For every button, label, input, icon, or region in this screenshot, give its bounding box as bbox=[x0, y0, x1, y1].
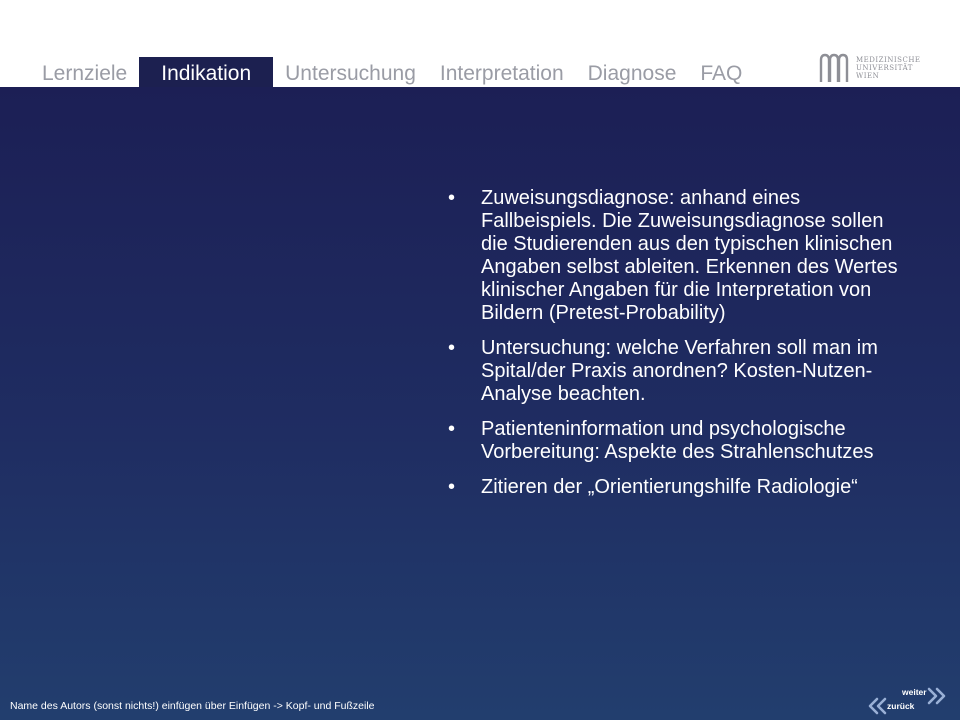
bullet-glyph: • bbox=[448, 337, 456, 359]
logo-wordmark: MEDIZINISCHE UNIVERSITÄT WIEN bbox=[856, 56, 921, 80]
university-logo: MEDIZINISCHE UNIVERSITÄT WIEN bbox=[818, 52, 948, 84]
logo-line: MEDIZINISCHE bbox=[856, 56, 921, 64]
bullet-text: Untersuchung: welche Verfahren soll man … bbox=[481, 337, 878, 405]
bullet-glyph: • bbox=[448, 187, 456, 209]
header-bar: Lernziele Indikation Untersuchung Interp… bbox=[0, 0, 960, 87]
tab-lernziele[interactable]: Lernziele bbox=[30, 57, 139, 87]
bullet-item: • Untersuchung: welche Verfahren soll ma… bbox=[440, 337, 910, 406]
meduni-wien-logo-icon bbox=[819, 53, 849, 82]
bullet-item: • Zitieren der „Orientierungshilfe Radio… bbox=[440, 476, 910, 499]
bullet-text: Patienteninformation und psychologische … bbox=[481, 418, 874, 463]
next-button-label[interactable]: weiter bbox=[902, 687, 927, 697]
footer-author-placeholder: Name des Autors (sonst nichts!) einfügen… bbox=[10, 700, 375, 712]
double-chevron-left-icon[interactable] bbox=[868, 696, 888, 716]
tab-faq[interactable]: FAQ bbox=[688, 57, 754, 87]
logo-line: UNIVERSITÄT bbox=[856, 64, 913, 72]
double-chevron-right-icon[interactable] bbox=[926, 686, 948, 706]
bullet-list: • Zuweisungsdiagnose: anhand eines Fallb… bbox=[440, 187, 910, 511]
bullet-glyph: • bbox=[448, 418, 456, 440]
tab-indikation[interactable]: Indikation bbox=[139, 57, 274, 87]
bullet-item: • Zuweisungsdiagnose: anhand eines Fallb… bbox=[440, 187, 910, 325]
prev-button-label[interactable]: zurück bbox=[887, 701, 914, 711]
bullet-glyph: • bbox=[448, 476, 456, 498]
bullet-text: Zitieren der „Orientierungshilfe Radiolo… bbox=[481, 476, 858, 498]
bullet-text: Zuweisungsdiagnose: anhand eines Fallbei… bbox=[481, 187, 898, 324]
tab-interpretation[interactable]: Interpretation bbox=[428, 57, 576, 87]
logo-line: WIEN bbox=[856, 72, 880, 80]
tab-diagnose[interactable]: Diagnose bbox=[576, 57, 689, 87]
slide-content-area: • Zuweisungsdiagnose: anhand eines Fallb… bbox=[0, 87, 960, 720]
bullet-item: • Patienteninformation und psychologisch… bbox=[440, 418, 910, 464]
tab-untersuchung[interactable]: Untersuchung bbox=[273, 57, 428, 87]
tab-bar: Lernziele Indikation Untersuchung Interp… bbox=[30, 57, 754, 87]
slide-navigation: weiter zurück bbox=[868, 686, 952, 716]
